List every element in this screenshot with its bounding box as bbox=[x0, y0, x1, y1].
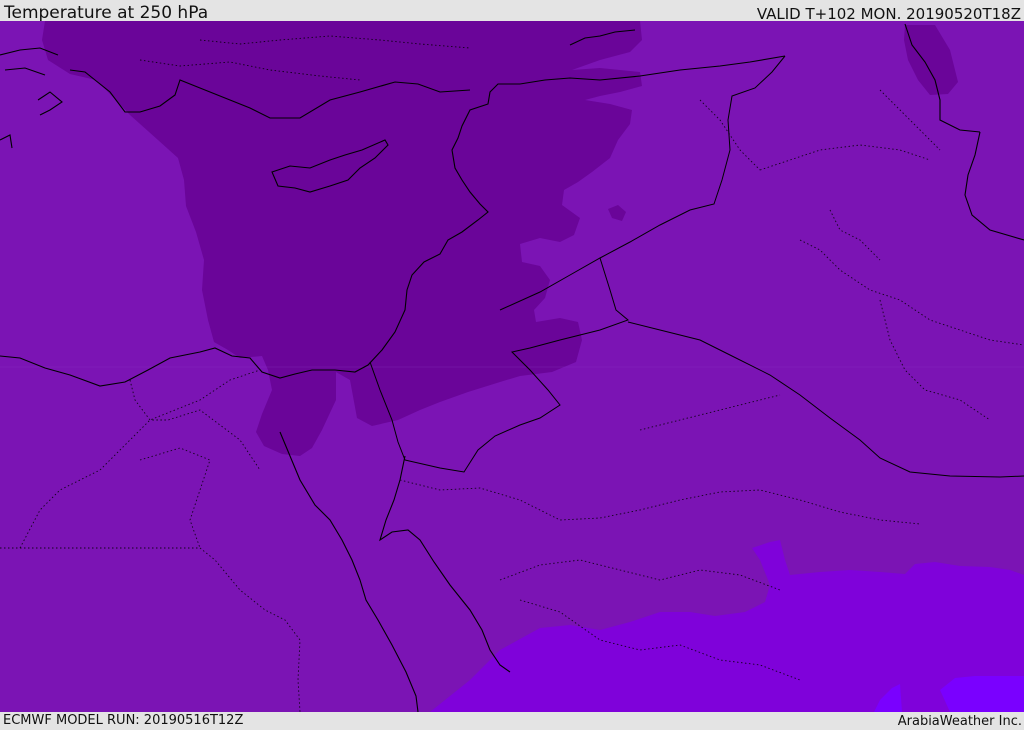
temperature-map[interactable] bbox=[0, 21, 1024, 712]
map-canvas bbox=[0, 21, 1024, 712]
credit-label: ArabiaWeather Inc. bbox=[897, 714, 1022, 729]
map-title: Temperature at 250 hPa bbox=[4, 3, 209, 23]
model-run-label: ECMWF MODEL RUN: 20190516T12Z bbox=[3, 713, 244, 728]
footer-bar: ECMWF MODEL RUN: 20190516T12Z ArabiaWeat… bbox=[0, 712, 1024, 729]
header-bar: Temperature at 250 hPa VALID T+102 MON. … bbox=[0, 0, 1024, 23]
warmest-band-east bbox=[940, 676, 1024, 712]
